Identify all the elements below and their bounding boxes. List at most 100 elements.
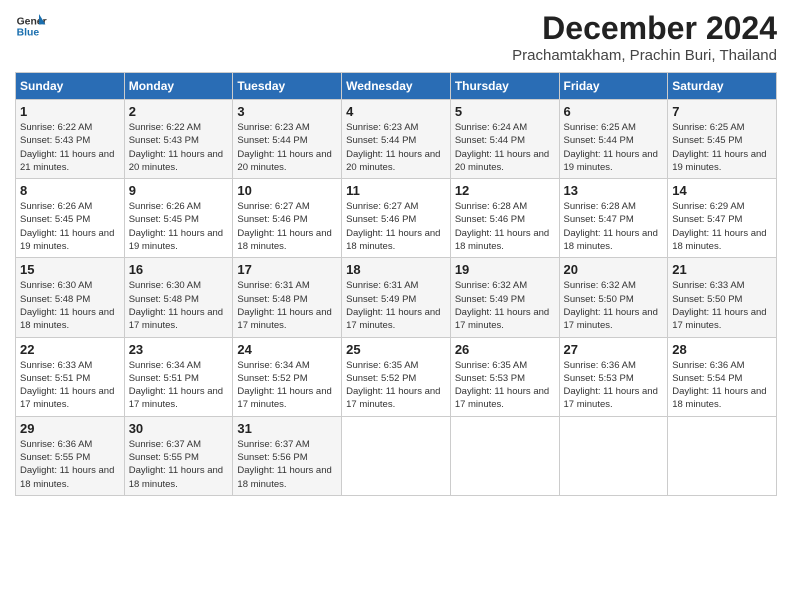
- calendar-header-row: SundayMondayTuesdayWednesdayThursdayFrid…: [16, 73, 777, 100]
- day-info: Sunrise: 6:22 AM Sunset: 5:43 PM Dayligh…: [129, 121, 229, 174]
- day-number: 15: [20, 262, 120, 277]
- day-number: 14: [672, 183, 772, 198]
- logo-icon: General Blue: [15, 10, 47, 42]
- day-number: 17: [237, 262, 337, 277]
- calendar-week-4: 22 Sunrise: 6:33 AM Sunset: 5:51 PM Dayli…: [16, 337, 777, 416]
- header-friday: Friday: [559, 73, 668, 100]
- calendar-cell: 23 Sunrise: 6:34 AM Sunset: 5:51 PM Dayli…: [124, 337, 233, 416]
- calendar-cell: 12 Sunrise: 6:28 AM Sunset: 5:46 PM Dayli…: [450, 179, 559, 258]
- calendar-cell: 1 Sunrise: 6:22 AM Sunset: 5:43 PM Daylig…: [16, 100, 125, 179]
- header-sunday: Sunday: [16, 73, 125, 100]
- calendar-cell: 16 Sunrise: 6:30 AM Sunset: 5:48 PM Dayli…: [124, 258, 233, 337]
- day-info: Sunrise: 6:28 AM Sunset: 5:46 PM Dayligh…: [455, 200, 555, 253]
- calendar-week-1: 1 Sunrise: 6:22 AM Sunset: 5:43 PM Daylig…: [16, 100, 777, 179]
- day-number: 1: [20, 104, 120, 119]
- day-number: 31: [237, 421, 337, 436]
- calendar-cell: 5 Sunrise: 6:24 AM Sunset: 5:44 PM Daylig…: [450, 100, 559, 179]
- header-monday: Monday: [124, 73, 233, 100]
- calendar-cell: 9Sunrise: 6:26 AM Sunset: 5:45 PM Daylig…: [124, 179, 233, 258]
- day-number: 22: [20, 342, 120, 357]
- day-info: Sunrise: 6:30 AM Sunset: 5:48 PM Dayligh…: [129, 279, 229, 332]
- calendar-cell: 11Sunrise: 6:27 AM Sunset: 5:46 PM Dayli…: [342, 179, 451, 258]
- calendar-table: SundayMondayTuesdayWednesdayThursdayFrid…: [15, 72, 777, 496]
- svg-text:Blue: Blue: [17, 28, 40, 39]
- day-number: 23: [129, 342, 229, 357]
- day-number: 30: [129, 421, 229, 436]
- day-info: Sunrise: 6:37 AM Sunset: 5:55 PM Dayligh…: [129, 438, 229, 491]
- calendar-week-2: 8 Sunrise: 6:26 AM Sunset: 5:45 PM Daylig…: [16, 179, 777, 258]
- day-info: Sunrise: 6:35 AM Sunset: 5:52 PM Dayligh…: [346, 359, 446, 412]
- day-info: Sunrise: 6:23 AM Sunset: 5:44 PM Dayligh…: [346, 121, 446, 174]
- day-info: Sunrise: 6:36 AM Sunset: 5:55 PM Dayligh…: [20, 438, 120, 491]
- day-number: 12: [455, 183, 555, 198]
- day-number: 16: [129, 262, 229, 277]
- day-info: Sunrise: 6:25 AM Sunset: 5:44 PM Dayligh…: [564, 121, 664, 174]
- day-info: Sunrise: 6:36 AM Sunset: 5:54 PM Dayligh…: [672, 359, 772, 412]
- day-number: 25: [346, 342, 446, 357]
- day-number: 28: [672, 342, 772, 357]
- calendar-cell: 8 Sunrise: 6:26 AM Sunset: 5:45 PM Daylig…: [16, 179, 125, 258]
- header-wednesday: Wednesday: [342, 73, 451, 100]
- calendar-cell: 2 Sunrise: 6:22 AM Sunset: 5:43 PM Daylig…: [124, 100, 233, 179]
- calendar-cell: 7 Sunrise: 6:25 AM Sunset: 5:45 PM Daylig…: [668, 100, 777, 179]
- calendar-cell: 17 Sunrise: 6:31 AM Sunset: 5:48 PM Dayli…: [233, 258, 342, 337]
- calendar-cell: 24 Sunrise: 6:34 AM Sunset: 5:52 PM Dayli…: [233, 337, 342, 416]
- calendar-cell: 21Sunrise: 6:33 AM Sunset: 5:50 PM Dayli…: [668, 258, 777, 337]
- day-number: 5: [455, 104, 555, 119]
- header-saturday: Saturday: [668, 73, 777, 100]
- day-number: 3: [237, 104, 337, 119]
- page-subtitle: Prachamtakham, Prachin Buri, Thailand: [512, 47, 777, 64]
- calendar-cell: 19 Sunrise: 6:32 AM Sunset: 5:49 PM Dayli…: [450, 258, 559, 337]
- day-number: 19: [455, 262, 555, 277]
- day-info: Sunrise: 6:25 AM Sunset: 5:45 PM Dayligh…: [672, 121, 772, 174]
- day-number: 27: [564, 342, 664, 357]
- calendar-body: 1 Sunrise: 6:22 AM Sunset: 5:43 PM Daylig…: [16, 100, 777, 496]
- day-info: Sunrise: 6:37 AM Sunset: 5:56 PM Dayligh…: [237, 438, 337, 491]
- day-info: Sunrise: 6:30 AM Sunset: 5:48 PM Dayligh…: [20, 279, 120, 332]
- calendar-cell: 28 Sunrise: 6:36 AM Sunset: 5:54 PM Dayli…: [668, 337, 777, 416]
- day-info: Sunrise: 6:34 AM Sunset: 5:51 PM Dayligh…: [129, 359, 229, 412]
- calendar-cell: 29Sunrise: 6:36 AM Sunset: 5:55 PM Dayli…: [16, 416, 125, 495]
- day-number: 2: [129, 104, 229, 119]
- day-number: 24: [237, 342, 337, 357]
- calendar-cell: 25 Sunrise: 6:35 AM Sunset: 5:52 PM Dayli…: [342, 337, 451, 416]
- day-info: Sunrise: 6:22 AM Sunset: 5:43 PM Dayligh…: [20, 121, 120, 174]
- day-info: Sunrise: 6:33 AM Sunset: 5:51 PM Dayligh…: [20, 359, 120, 412]
- day-info: Sunrise: 6:28 AM Sunset: 5:47 PM Dayligh…: [564, 200, 664, 253]
- day-number: 10: [237, 183, 337, 198]
- calendar-cell: [668, 416, 777, 495]
- calendar-cell: [450, 416, 559, 495]
- day-info: Sunrise: 6:23 AM Sunset: 5:44 PM Dayligh…: [237, 121, 337, 174]
- day-info: Sunrise: 6:36 AM Sunset: 5:53 PM Dayligh…: [564, 359, 664, 412]
- day-number: 21: [672, 262, 772, 277]
- calendar-cell: 14 Sunrise: 6:29 AM Sunset: 5:47 PM Dayli…: [668, 179, 777, 258]
- calendar-cell: 15 Sunrise: 6:30 AM Sunset: 5:48 PM Dayli…: [16, 258, 125, 337]
- day-number: 20: [564, 262, 664, 277]
- day-info: Sunrise: 6:35 AM Sunset: 5:53 PM Dayligh…: [455, 359, 555, 412]
- title-area: December 2024 Prachamtakham, Prachin Bur…: [512, 10, 777, 64]
- calendar-week-3: 15 Sunrise: 6:30 AM Sunset: 5:48 PM Dayli…: [16, 258, 777, 337]
- calendar-cell: 10Sunrise: 6:27 AM Sunset: 5:46 PM Dayli…: [233, 179, 342, 258]
- day-number: 4: [346, 104, 446, 119]
- day-number: 8: [20, 183, 120, 198]
- day-number: 13: [564, 183, 664, 198]
- day-info: Sunrise: 6:31 AM Sunset: 5:49 PM Dayligh…: [346, 279, 446, 332]
- day-info: Sunrise: 6:34 AM Sunset: 5:52 PM Dayligh…: [237, 359, 337, 412]
- day-number: 6: [564, 104, 664, 119]
- day-info: Sunrise: 6:32 AM Sunset: 5:50 PM Dayligh…: [564, 279, 664, 332]
- day-info: Sunrise: 6:26 AM Sunset: 5:45 PM Dayligh…: [129, 200, 229, 253]
- day-number: 11: [346, 183, 446, 198]
- calendar-cell: 20 Sunrise: 6:32 AM Sunset: 5:50 PM Dayli…: [559, 258, 668, 337]
- calendar-cell: 3 Sunrise: 6:23 AM Sunset: 5:44 PM Daylig…: [233, 100, 342, 179]
- header-tuesday: Tuesday: [233, 73, 342, 100]
- day-info: Sunrise: 6:26 AM Sunset: 5:45 PM Dayligh…: [20, 200, 120, 253]
- day-number: 7: [672, 104, 772, 119]
- calendar-cell: 18Sunrise: 6:31 AM Sunset: 5:49 PM Dayli…: [342, 258, 451, 337]
- day-info: Sunrise: 6:32 AM Sunset: 5:49 PM Dayligh…: [455, 279, 555, 332]
- day-info: Sunrise: 6:24 AM Sunset: 5:44 PM Dayligh…: [455, 121, 555, 174]
- logo: General Blue: [15, 10, 47, 42]
- day-info: Sunrise: 6:31 AM Sunset: 5:48 PM Dayligh…: [237, 279, 337, 332]
- calendar-cell: 4 Sunrise: 6:23 AM Sunset: 5:44 PM Daylig…: [342, 100, 451, 179]
- day-info: Sunrise: 6:29 AM Sunset: 5:47 PM Dayligh…: [672, 200, 772, 253]
- day-number: 26: [455, 342, 555, 357]
